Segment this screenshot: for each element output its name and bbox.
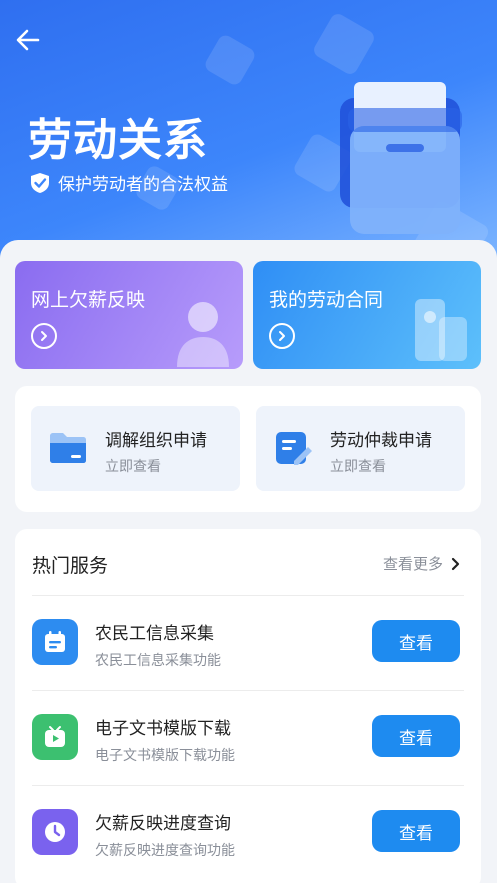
view-button[interactable]: 查看	[372, 715, 460, 757]
tile-title: 劳动仲裁申请	[330, 431, 432, 451]
section-title: 热门服务	[32, 555, 109, 577]
mediation-application-tile[interactable]: 调解组织申请 立即查看	[31, 406, 240, 491]
labor-contract-card[interactable]: 我的劳动合同	[253, 261, 481, 369]
service-description: 欠薪反映进度查询功能	[95, 843, 235, 859]
tile-subtitle: 立即查看	[105, 459, 161, 475]
service-name: 电子文书模版下载	[95, 719, 231, 739]
shield-check-icon	[31, 172, 49, 193]
service-row: 欠薪反映进度查询 欠薪反映进度查询功能 查看	[15, 785, 481, 880]
decor-shape	[202, 32, 258, 88]
wage-report-card[interactable]: 网上欠薪反映	[15, 261, 243, 369]
chevron-right-icon	[451, 557, 460, 570]
card-label: 我的劳动合同	[269, 289, 384, 311]
header-banner: 劳动关系 保护劳动者的合法权益	[0, 0, 497, 270]
page-title: 劳动关系	[28, 115, 208, 166]
subtitle-text: 保护劳动者的合法权益	[58, 175, 228, 195]
user-avatar-icon	[177, 302, 229, 367]
chevron-right-circle-icon	[269, 323, 295, 349]
document-stack-icon	[415, 299, 467, 361]
edit-form-icon	[276, 432, 312, 465]
service-row: 农民工信息采集 农民工信息采集功能 查看	[15, 595, 481, 690]
decor-shape	[311, 11, 377, 77]
folder-icon	[50, 433, 86, 463]
service-name: 农民工信息采集	[95, 624, 214, 644]
back-button[interactable]	[10, 22, 46, 58]
view-more-link[interactable]: 查看更多	[383, 553, 461, 574]
document-box-illustration	[340, 82, 462, 234]
service-description: 电子文书模版下载功能	[95, 748, 235, 764]
service-row: 电子文书模版下载 电子文书模版下载功能 查看	[15, 690, 481, 785]
tile-subtitle: 立即查看	[330, 459, 386, 475]
calendar-icon	[32, 619, 78, 665]
arrow-left-icon	[16, 29, 40, 51]
card-label: 网上欠薪反映	[31, 289, 146, 311]
application-panel: 调解组织申请 立即查看 劳动仲裁申请 立即查看	[15, 386, 481, 512]
service-description: 农民工信息采集功能	[95, 653, 221, 669]
view-more-label: 查看更多	[382, 555, 443, 573]
video-play-icon	[32, 714, 78, 760]
service-name: 欠薪反映进度查询	[95, 814, 231, 834]
view-button[interactable]: 查看	[372, 620, 460, 662]
hot-services-panel: 热门服务 查看更多 农民工信息采集 农民工信息采集功能 查看 电子文书模版下载 …	[15, 529, 481, 883]
tile-title: 调解组织申请	[105, 431, 207, 451]
page-subtitle: 保护劳动者的合法权益	[30, 170, 228, 195]
clock-icon	[32, 809, 78, 855]
view-button[interactable]: 查看	[372, 810, 460, 852]
arbitration-application-tile[interactable]: 劳动仲裁申请 立即查看	[256, 406, 465, 491]
chevron-right-circle-icon	[31, 323, 57, 349]
